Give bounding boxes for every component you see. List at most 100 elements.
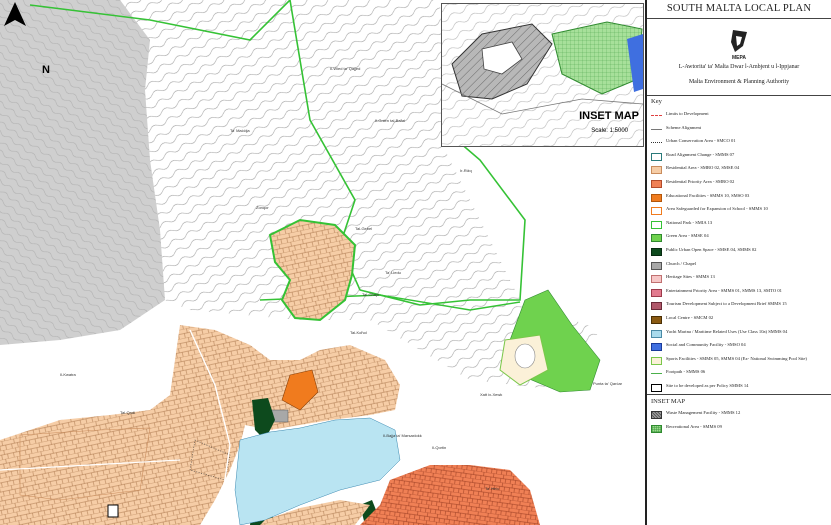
legend-item: Waste Management Facility - SMMS 12 bbox=[651, 410, 831, 422]
legend-symbol bbox=[651, 166, 662, 175]
authority-name-english: Malta Environment & Planning Authority bbox=[688, 79, 790, 85]
legend-item: Local Centre - SMCM 02 bbox=[651, 315, 831, 327]
legend-label: Green Area - SMSE 04 bbox=[666, 233, 709, 239]
legend-symbol bbox=[651, 115, 662, 116]
legend-item: Church / Chapel bbox=[651, 261, 831, 273]
legend-item: Footpath - SMMS 06 bbox=[651, 369, 831, 381]
legend-symbol bbox=[651, 128, 662, 130]
place-label: Tal-Għajn bbox=[362, 292, 380, 297]
legend-label: Sports Facilities - SMMS 05, SMMS 04 (Ex… bbox=[666, 355, 807, 361]
legend-symbol bbox=[651, 329, 662, 338]
legend-symbol bbox=[651, 220, 662, 229]
place-label: Ta' Ħelu bbox=[485, 486, 500, 491]
legend-item: Educational Facilities - SMMS 10, SMSO 0… bbox=[651, 193, 831, 205]
legend-item: Sports Facilities - SMMS 05, SMMS 04 (Ex… bbox=[651, 356, 831, 368]
legend-symbol bbox=[651, 411, 662, 419]
legend-item: National Park - SMIA 13 bbox=[651, 220, 831, 232]
legend-label: Urban Conservation Area - SMCO 01 bbox=[666, 138, 736, 144]
place-label: Tal-Gebel bbox=[355, 226, 373, 231]
legend-label: Area Safeguarded for Expansion of School… bbox=[666, 206, 768, 212]
divider bbox=[647, 95, 831, 96]
legend-label: Footpath - SMMS 06 bbox=[666, 369, 706, 375]
inset-map[interactable]: INSET MAP Scale: 1:5000 bbox=[441, 3, 644, 147]
place-label: Tal-Koħol bbox=[350, 330, 367, 335]
place-label: Żonqor bbox=[256, 205, 269, 210]
legend-item: Urban Conservation Area - SMCO 01 bbox=[651, 138, 831, 150]
map-area[interactable]: Il-Wied ta' Qajjed Il-Gnien tal-Baħri Ta… bbox=[0, 0, 645, 525]
legend-item: Area Safeguarded for Expansion of School… bbox=[651, 206, 831, 218]
legend-label: Local Centre - SMCM 02 bbox=[666, 315, 714, 320]
inset-map-canvas bbox=[442, 4, 643, 146]
place-label: Tal-Qadi bbox=[120, 410, 135, 415]
legend-item: Residential Priority Area - SMRO 02 bbox=[651, 179, 831, 191]
legend-label: Educational Facilities - SMMS 10, SMSO 0… bbox=[666, 192, 750, 198]
legend-label: Church / Chapel bbox=[666, 260, 697, 266]
legend-symbol bbox=[651, 248, 662, 256]
place-label: Il-Qortin bbox=[432, 445, 447, 450]
legend-symbol bbox=[651, 425, 662, 433]
key-title: Key bbox=[651, 98, 662, 105]
legend-label: Tourism Development Subject to a Develop… bbox=[666, 301, 787, 307]
legend-item: Entertainment Priority Area - SMMS 01, S… bbox=[651, 288, 831, 300]
legend-label: Site to be developed as per Policy SMMS … bbox=[666, 383, 749, 388]
legend-item: Residential Area - SMRO 02, SMSE 04 bbox=[651, 165, 831, 177]
legend-symbol bbox=[651, 152, 662, 161]
logo-text: MEPA bbox=[731, 55, 747, 61]
legend-symbol bbox=[651, 234, 662, 243]
place-label: Il-Kwatra bbox=[60, 372, 76, 377]
legend-label: Waste Management Facility - SMMS 12 bbox=[666, 410, 741, 415]
legend-item: Scheme Alignment bbox=[651, 125, 831, 137]
place-label: Il-Gnien tal-Baħri bbox=[375, 118, 406, 123]
legend-label: National Park - SMIA 13 bbox=[666, 219, 713, 225]
legend-label: Residential Area - SMRO 02, SMSE 04 bbox=[666, 165, 740, 171]
legend-symbol bbox=[651, 356, 662, 365]
place-label: Xatt ix-Xewk bbox=[480, 392, 503, 397]
inset-key-title: INSET MAP bbox=[651, 398, 686, 405]
legend-symbol bbox=[651, 384, 662, 392]
legend-symbol bbox=[651, 193, 662, 202]
legend-label: Public Urban Open Space - SMSE 04, SMMS … bbox=[666, 247, 757, 252]
legend-item: Limits to Development bbox=[651, 111, 831, 123]
legend-label: Scheme Alignment bbox=[666, 124, 702, 130]
place-label: Il-Bajja ta' Marsaxlokk bbox=[383, 433, 422, 438]
legend-item: Yacht Marina / Maritime Related Uses (Us… bbox=[651, 329, 831, 341]
legend-label: Heritage Sites - SMMS 13 bbox=[666, 274, 715, 280]
legend-symbol bbox=[651, 180, 662, 188]
inset-map-scale: Scale: 1:5000 bbox=[591, 128, 628, 134]
plan-title: SOUTH MALTA LOCAL PLAN bbox=[666, 3, 812, 14]
legend-symbol bbox=[651, 302, 662, 311]
north-arrow-icon bbox=[4, 2, 26, 26]
legend-item: Tourism Development Subject to a Develop… bbox=[651, 301, 831, 313]
inset-map-title: INSET MAP bbox=[579, 110, 639, 122]
legend-symbol bbox=[651, 142, 662, 144]
legend-label: Entertainment Priority Area - SMMS 01, S… bbox=[666, 287, 782, 293]
divider bbox=[647, 394, 831, 395]
place-label: Ta' Liedu bbox=[385, 270, 401, 275]
place-label: Punta ta' Qarċar bbox=[593, 381, 622, 386]
divider bbox=[647, 18, 831, 19]
legend-label: Limits to Development bbox=[666, 111, 709, 116]
legend-symbol bbox=[651, 288, 662, 297]
legend-item: Social and Community Facility - SMSO 04 bbox=[651, 342, 831, 354]
legend-symbol bbox=[651, 261, 662, 270]
legend-symbol bbox=[651, 316, 662, 324]
legend-symbol bbox=[651, 275, 662, 284]
legend-item: Public Urban Open Space - SMSE 04, SMMS … bbox=[651, 247, 831, 259]
north-label: N bbox=[42, 64, 50, 76]
legend-label: Social and Community Facility - SMSO 04 bbox=[666, 342, 746, 348]
legend-label: Residential Priority Area - SMRO 02 bbox=[666, 179, 735, 184]
legend-item: Road Alignment Change - SMMS 07 bbox=[651, 152, 831, 164]
legend-item: Green Area - SMSE 04 bbox=[651, 233, 831, 245]
legend-panel: SOUTH MALTA LOCAL PLAN MEPA L-Awtorita' … bbox=[645, 0, 831, 525]
place-label: Ta' Maċċija bbox=[230, 128, 250, 133]
legend-item: Recreational Area - SMMS 09 bbox=[651, 424, 831, 436]
residential-priority-area bbox=[360, 465, 540, 525]
legend-symbol bbox=[651, 207, 662, 216]
legend-item: Heritage Sites - SMMS 13 bbox=[651, 274, 831, 286]
legend-symbol bbox=[651, 373, 662, 375]
legend-label: Yacht Marina / Maritime Related Uses (Us… bbox=[666, 328, 788, 334]
authority-name-maltese: L-Awtorita' ta' Malta Dwar l-Ambjent u l… bbox=[678, 64, 800, 70]
legend-symbol bbox=[651, 343, 662, 352]
legend-label: Road Alignment Change - SMMS 07 bbox=[666, 151, 735, 157]
place-label: Ir-Riżq bbox=[460, 168, 472, 173]
